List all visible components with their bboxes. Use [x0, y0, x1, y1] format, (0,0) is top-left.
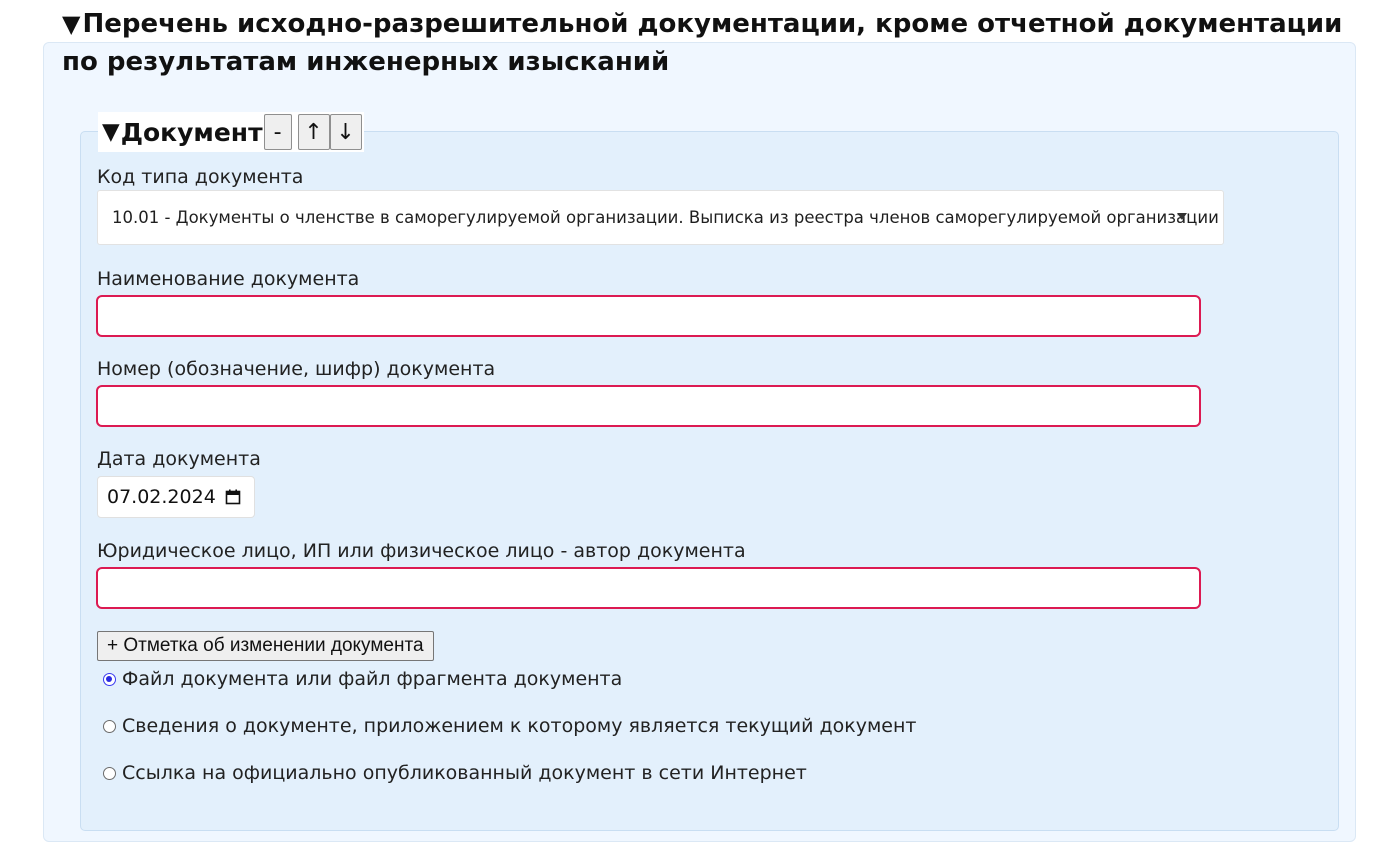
doc-number-input[interactable]: [96, 385, 1201, 427]
move-down-button[interactable]: ↓: [329, 114, 362, 150]
doc-number-label: Номер (обозначение, шифр) документа: [97, 358, 496, 380]
author-input[interactable]: [96, 567, 1201, 609]
calendar-icon[interactable]: [225, 489, 241, 505]
document-title[interactable]: ▼ Документ: [102, 118, 263, 147]
doc-type-select[interactable]: 10.01 - Документы о членстве в саморегул…: [97, 190, 1224, 245]
doc-name-input[interactable]: [96, 295, 1201, 337]
section-title-text: Перечень исходно-разрешительной документ…: [62, 9, 1343, 77]
collapse-triangle-icon[interactable]: ▼: [62, 10, 80, 38]
document-header: ▼ Документ - ↑ ↓: [98, 112, 364, 152]
doc-date-label: Дата документа: [97, 448, 261, 470]
radio-button[interactable]: [103, 672, 116, 686]
radio-option-parent-doc[interactable]: Сведения о документе, приложением к кото…: [103, 713, 916, 739]
doc-type-selected-value: 10.01 - Документы о членстве в саморегул…: [112, 208, 1219, 227]
radio-button[interactable]: [103, 719, 116, 733]
doc-date-value: 07.02.2024: [107, 486, 216, 508]
add-change-mark-button[interactable]: + Отметка об изменении документа: [97, 631, 434, 661]
remove-document-button[interactable]: -: [263, 114, 292, 150]
doc-name-label: Наименование документа: [97, 268, 360, 290]
document-title-text: Документ: [120, 117, 263, 147]
radio-label: Файл документа или файл фрагмента докуме…: [122, 668, 623, 690]
radio-label: Сведения о документе, приложением к кото…: [122, 715, 917, 737]
radio-option-file[interactable]: Файл документа или файл фрагмента докуме…: [103, 666, 622, 692]
radio-button[interactable]: [103, 766, 116, 780]
section-title[interactable]: ▼Перечень исходно-разрешительной докумен…: [62, 5, 1362, 81]
move-up-button[interactable]: ↑: [297, 114, 330, 150]
doc-date-input[interactable]: 07.02.2024: [97, 476, 255, 518]
radio-option-internet-link[interactable]: Ссылка на официально опубликованный доку…: [103, 760, 807, 786]
radio-label: Ссылка на официально опубликованный доку…: [122, 762, 807, 784]
collapse-triangle-icon[interactable]: ▼: [102, 119, 120, 145]
author-label: Юридическое лицо, ИП или физическое лицо…: [97, 540, 746, 562]
dropdown-arrow-icon: [1177, 213, 1187, 220]
doc-type-label: Код типа документа: [97, 166, 304, 188]
